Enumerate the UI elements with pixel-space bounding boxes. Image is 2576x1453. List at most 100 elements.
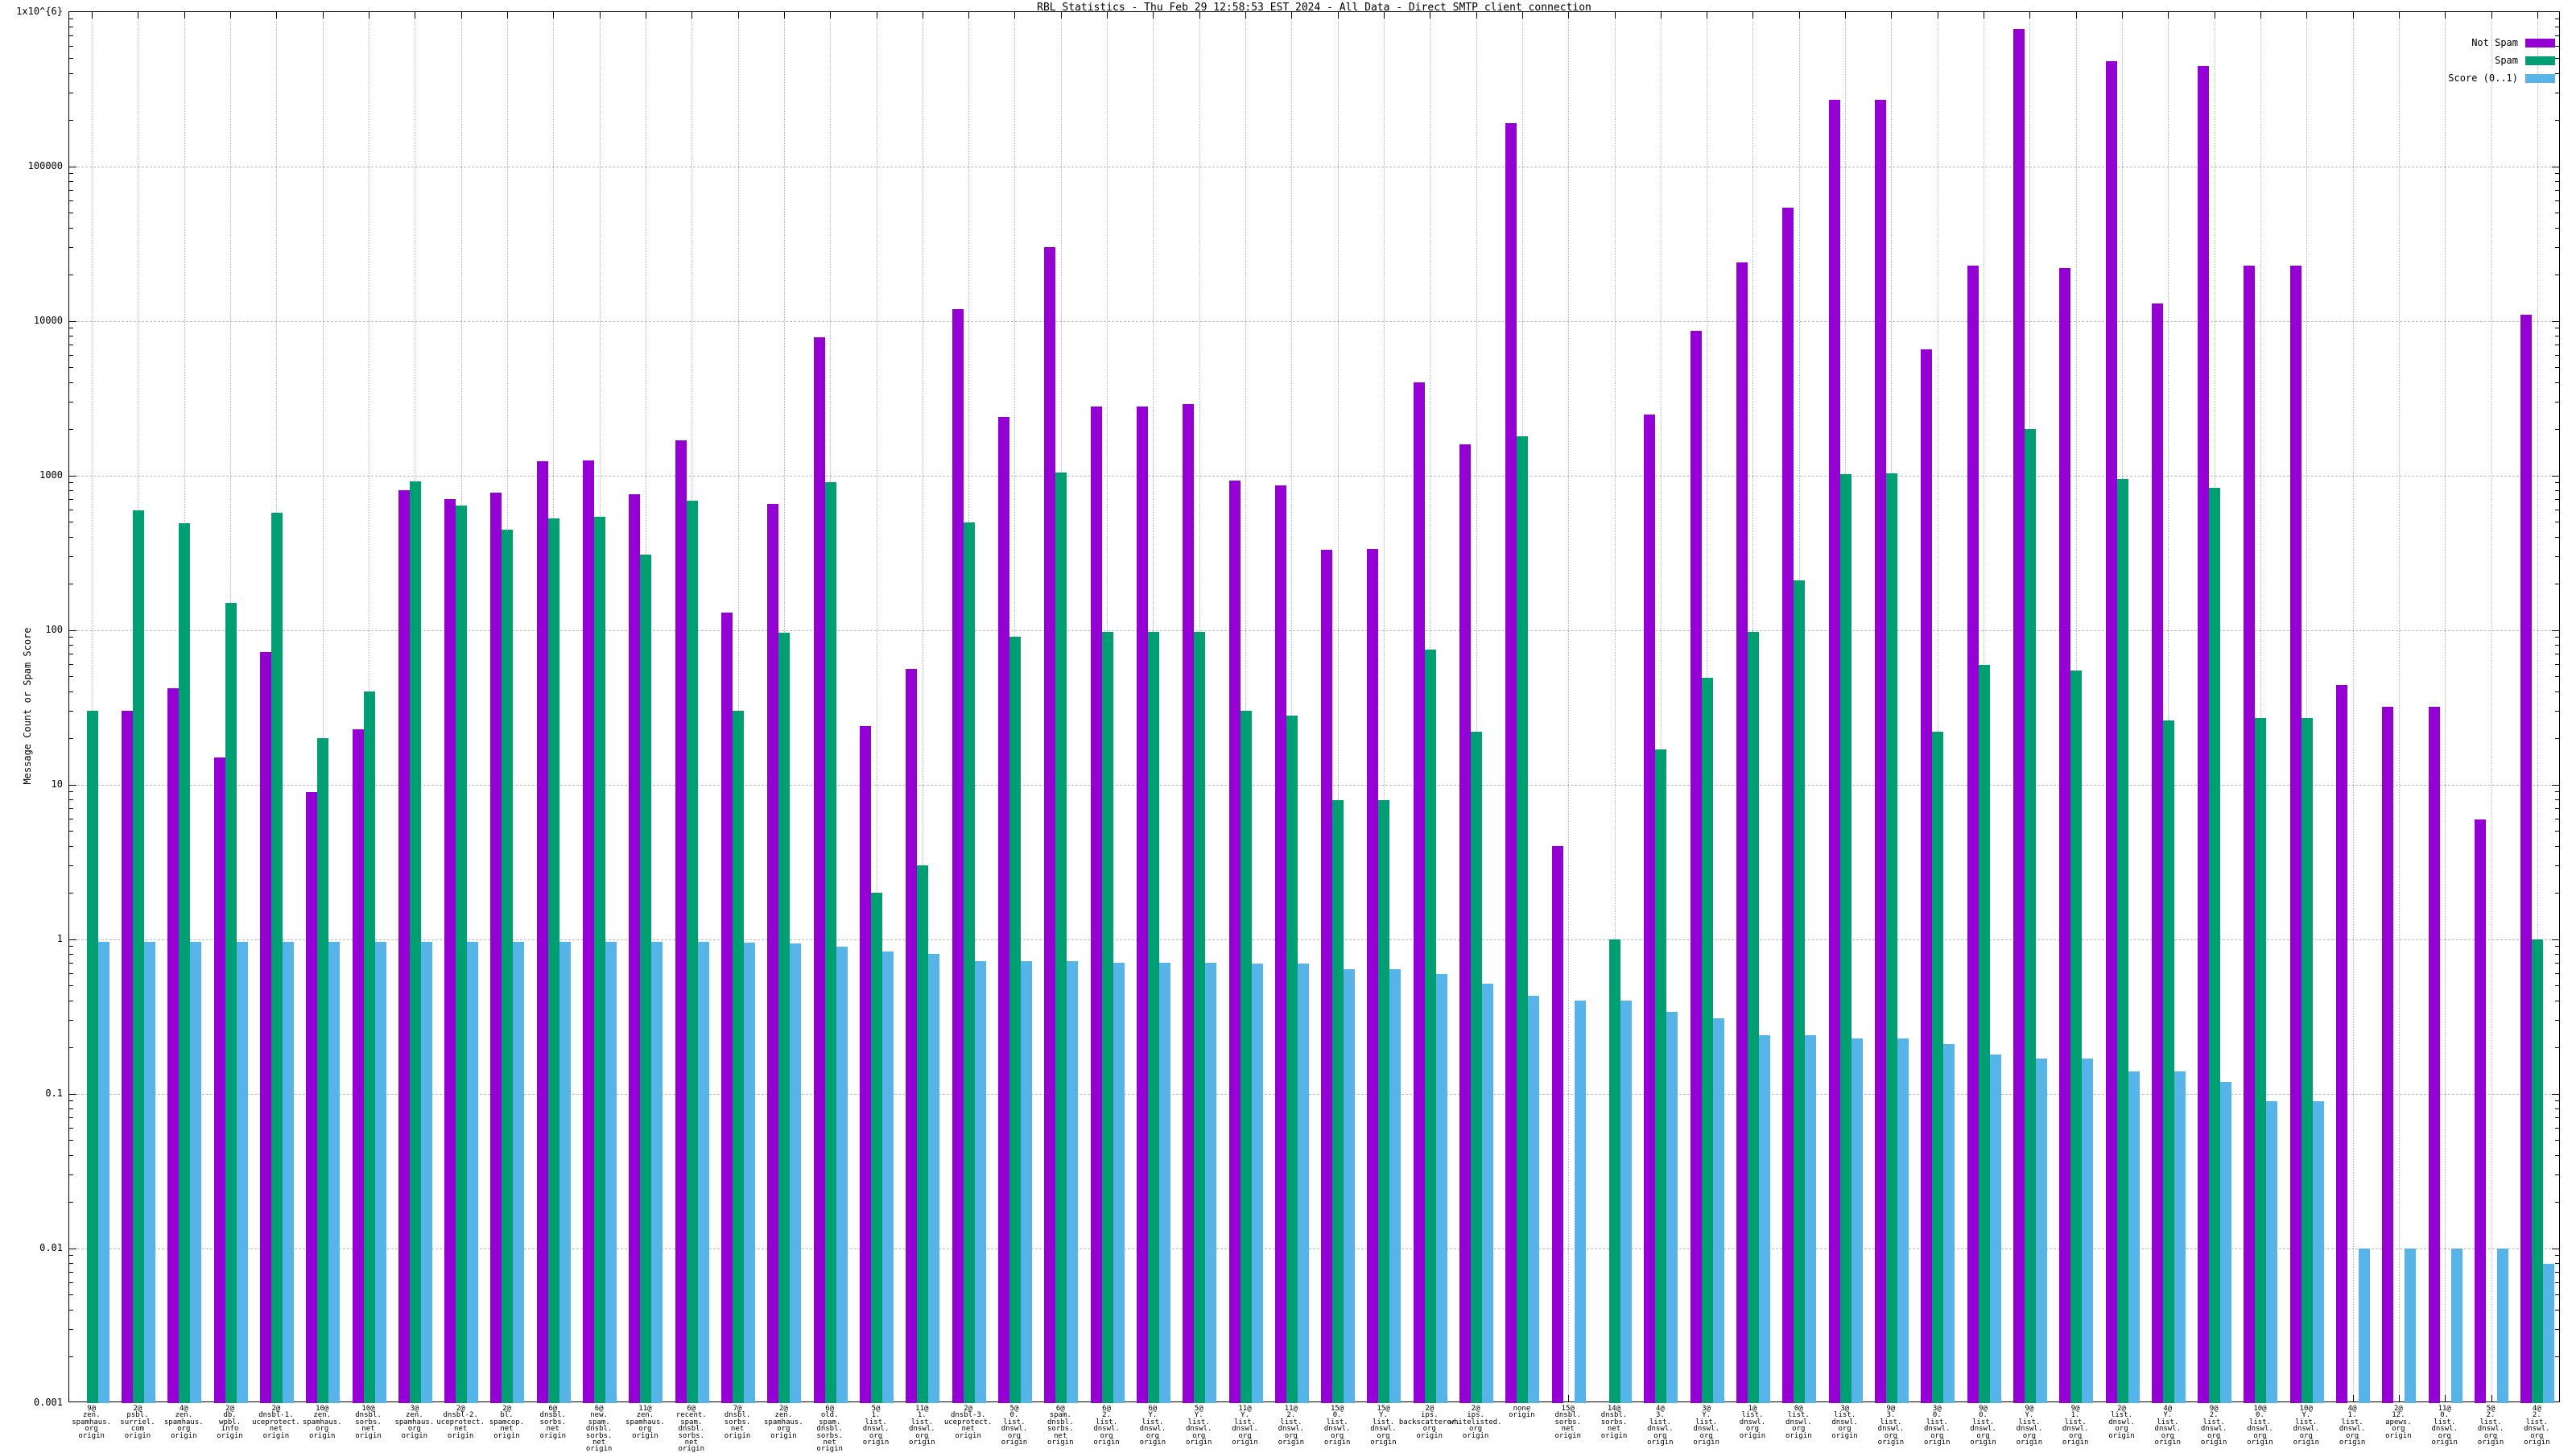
bar-score-0-1 bbox=[2174, 1071, 2186, 1403]
bar-score-0-1 bbox=[651, 942, 663, 1403]
bar-score-0-1 bbox=[975, 961, 986, 1403]
legend-row-score: Score (0..1) bbox=[2448, 69, 2555, 87]
bar-not-spam bbox=[353, 729, 364, 1403]
x-tick-top bbox=[1153, 12, 1154, 19]
x-gridline bbox=[2491, 12, 2492, 1401]
y-major-tick-left bbox=[69, 630, 76, 631]
bar-not-spam bbox=[2290, 266, 2301, 1403]
x-tick-bottom bbox=[1568, 1395, 1569, 1401]
x-tick-top bbox=[1799, 12, 1800, 19]
y-gridline bbox=[69, 630, 2559, 631]
y-minor-tick-right bbox=[2555, 367, 2559, 368]
bar-spam bbox=[2025, 429, 2036, 1403]
y-minor-tick-right bbox=[2555, 382, 2559, 383]
bar-spam bbox=[1932, 732, 1943, 1403]
y-minor-tick-left bbox=[69, 808, 73, 809]
bar-score-0-1 bbox=[283, 942, 294, 1403]
bar-spam bbox=[133, 510, 144, 1403]
y-minor-tick-right bbox=[2555, 1047, 2559, 1048]
y-tick-label: 0.1 bbox=[0, 1088, 63, 1099]
bar-spam bbox=[1655, 749, 1666, 1403]
bar-spam bbox=[1286, 716, 1298, 1403]
bar-spam bbox=[2209, 488, 2220, 1403]
y-minor-tick-right bbox=[2555, 808, 2559, 809]
x-tick-top bbox=[691, 12, 692, 19]
bar-spam bbox=[364, 691, 375, 1403]
y-minor-tick-left bbox=[69, 382, 73, 383]
bar-score-0-1 bbox=[328, 942, 340, 1403]
bar-not-spam bbox=[1829, 100, 1840, 1403]
bar-score-0-1 bbox=[1205, 963, 1216, 1403]
y-tick-label: 10000 bbox=[0, 315, 63, 326]
bar-score-0-1 bbox=[1252, 964, 1263, 1403]
y-minor-tick-right bbox=[2555, 846, 2559, 847]
bar-score-0-1 bbox=[1666, 1012, 1678, 1403]
bar-not-spam bbox=[1044, 247, 1055, 1403]
x-tick-top bbox=[230, 12, 231, 19]
y-major-tick-right bbox=[2552, 321, 2559, 322]
bar-not-spam bbox=[1229, 481, 1241, 1403]
x-tick-top bbox=[2445, 12, 2446, 19]
bar-score-0-1 bbox=[1805, 1035, 1816, 1403]
bar-score-0-1 bbox=[1482, 984, 1493, 1403]
y-minor-tick-left bbox=[69, 181, 73, 182]
y-minor-tick-left bbox=[69, 537, 73, 538]
y-minor-tick-right bbox=[2555, 1202, 2559, 1203]
legend-label-score: Score (0..1) bbox=[2448, 72, 2518, 84]
bar-not-spam bbox=[2059, 268, 2070, 1403]
y-minor-tick-right bbox=[2555, 954, 2559, 955]
y-gridline bbox=[69, 939, 2559, 940]
bar-score-0-1 bbox=[237, 942, 248, 1403]
y-minor-tick-left bbox=[69, 711, 73, 712]
y-minor-tick-right bbox=[2555, 173, 2559, 174]
y-major-tick-right bbox=[2552, 939, 2559, 940]
bar-spam bbox=[640, 555, 651, 1403]
x-tick-top bbox=[1568, 12, 1569, 19]
x-tick-top bbox=[1522, 12, 1523, 19]
bar-not-spam bbox=[2244, 266, 2255, 1403]
bar-score-0-1 bbox=[421, 942, 432, 1403]
bar-not-spam bbox=[998, 417, 1009, 1403]
bar-spam bbox=[733, 711, 744, 1403]
bar-score-0-1 bbox=[2359, 1249, 2370, 1403]
y-minor-tick-left bbox=[69, 35, 73, 36]
bar-spam bbox=[271, 513, 283, 1403]
y-minor-tick-left bbox=[69, 946, 73, 947]
y-minor-tick-left bbox=[69, 1174, 73, 1175]
bar-not-spam bbox=[1690, 331, 1702, 1403]
y-major-tick-left bbox=[69, 321, 76, 322]
bar-score-0-1 bbox=[1575, 1001, 1586, 1403]
bar-score-0-1 bbox=[559, 942, 571, 1403]
y-minor-tick-left bbox=[69, 1108, 73, 1109]
bar-not-spam bbox=[306, 792, 317, 1403]
x-tick-top bbox=[738, 12, 739, 19]
y-minor-tick-right bbox=[2555, 645, 2559, 646]
y-tick-label: 10 bbox=[0, 778, 63, 790]
bar-score-0-1 bbox=[467, 942, 478, 1403]
bar-spam bbox=[1471, 732, 1482, 1403]
x-tick-top bbox=[1661, 12, 1662, 19]
y-minor-tick-left bbox=[69, 973, 73, 974]
legend: Not Spam Spam Score (0..1) bbox=[2448, 34, 2555, 87]
y-minor-tick-left bbox=[69, 556, 73, 557]
bar-score-0-1 bbox=[1113, 963, 1125, 1403]
x-tick-top bbox=[2353, 12, 2354, 19]
y-minor-tick-left bbox=[69, 664, 73, 665]
bar-score-0-1 bbox=[375, 942, 386, 1403]
bar-spam bbox=[1748, 632, 1759, 1403]
x-tick-top bbox=[2260, 12, 2261, 19]
bar-score-0-1 bbox=[2128, 1071, 2140, 1403]
bar-not-spam bbox=[814, 337, 825, 1403]
bar-score-0-1 bbox=[744, 943, 755, 1403]
bar-spam bbox=[502, 530, 513, 1403]
y-minor-tick-left bbox=[69, 1047, 73, 1048]
y-minor-tick-left bbox=[69, 1272, 73, 1273]
y-minor-tick-left bbox=[69, 73, 73, 74]
bar-spam bbox=[825, 482, 836, 1403]
y-minor-tick-left bbox=[69, 1140, 73, 1141]
x-gridline bbox=[2399, 12, 2400, 1401]
y-major-tick-right bbox=[2552, 630, 2559, 631]
bar-not-spam bbox=[1875, 100, 1886, 1403]
bar-not-spam bbox=[2198, 66, 2209, 1403]
bar-score-0-1 bbox=[1620, 1001, 1632, 1403]
